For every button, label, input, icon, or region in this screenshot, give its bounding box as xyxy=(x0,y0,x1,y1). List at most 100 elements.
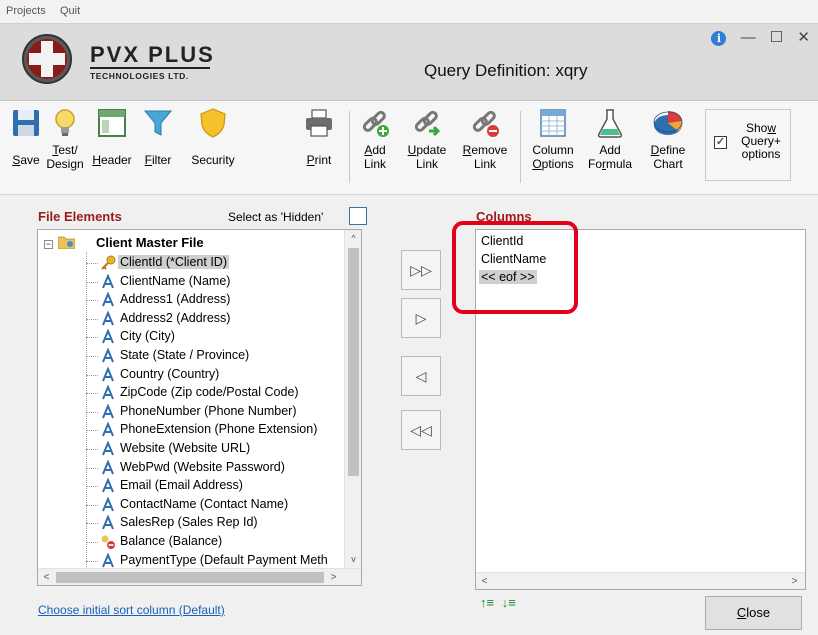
tree-item-label: Website (Website URL) xyxy=(120,441,251,455)
text-field-icon xyxy=(101,552,115,568)
scroll-thumb[interactable] xyxy=(348,248,359,476)
text-field-icon xyxy=(101,478,115,494)
test-design-button[interactable]: Test/ Design xyxy=(46,107,84,171)
filter-funnel-icon xyxy=(143,110,173,136)
remove-link-icon xyxy=(472,110,499,137)
printer-icon xyxy=(306,109,332,137)
maximize-icon[interactable]: ☐ xyxy=(770,28,783,46)
tree-item-label: PhoneExtension (Phone Extension) xyxy=(120,422,318,437)
text-field-icon xyxy=(101,515,115,531)
text-field-icon xyxy=(101,273,115,289)
move-all-right-button[interactable]: ▷▷ xyxy=(401,250,441,290)
move-all-left-button[interactable]: ◁◁ xyxy=(401,410,441,450)
update-link-icon xyxy=(414,110,441,137)
flask-icon xyxy=(597,109,623,138)
sort-descending-icon[interactable]: ↓≡ xyxy=(502,595,516,610)
tree-item-label: Address2 (Address) xyxy=(120,310,231,325)
column-options-button[interactable]: Column Options xyxy=(527,107,579,171)
close-button[interactable]: Close xyxy=(705,596,802,630)
logo-sub-text: TECHNOLOGIES LTD. xyxy=(90,71,189,81)
move-left-button[interactable]: ◁ xyxy=(401,356,441,396)
text-field-icon xyxy=(101,403,115,419)
add-link-icon xyxy=(362,110,389,137)
text-field-icon xyxy=(101,422,115,438)
scroll-right-icon[interactable]: > xyxy=(325,569,342,585)
menu-quit[interactable]: Quit xyxy=(60,5,80,17)
file-elements-title: File Elements xyxy=(38,209,122,224)
menu-projects[interactable]: Projects xyxy=(6,5,46,17)
minimize-icon[interactable]: — xyxy=(741,29,756,46)
tree-horizontal-scrollbar[interactable]: < > xyxy=(38,568,361,585)
logo-text: PVX PLUS TECHNOLOGIES LTD. xyxy=(90,44,215,81)
tree-item-label: PaymentType (Default Payment Meth xyxy=(120,552,328,567)
tree-item-label: Email (Email Address) xyxy=(120,478,243,493)
pie-chart-icon xyxy=(653,111,683,135)
add-formula-button[interactable]: Add Formula xyxy=(582,107,638,171)
columns-horizontal-scrollbar[interactable]: < > xyxy=(476,572,805,589)
scroll-left-icon[interactable]: < xyxy=(38,569,55,585)
scroll-down-icon[interactable]: v xyxy=(345,551,361,568)
query-title: Query Definition: xqry xyxy=(424,61,588,80)
select-hidden-checkbox[interactable] xyxy=(349,207,367,225)
shield-icon xyxy=(200,108,226,138)
remove-link-button[interactable]: Remove Link xyxy=(459,107,511,171)
pvx-logo-icon xyxy=(22,34,72,84)
tree-item-label: City (City) xyxy=(120,329,175,344)
show-query-options[interactable]: ✓ Show Query+ options xyxy=(705,109,791,181)
tree-item-label: ZipCode (Zip code/Postal Code) xyxy=(120,385,299,400)
text-field-icon xyxy=(101,366,115,382)
scroll-right-icon[interactable]: > xyxy=(786,573,803,589)
tree-item-label: Country (Country) xyxy=(120,366,220,381)
tree-root-label[interactable]: Client Master File xyxy=(96,235,204,250)
print-button[interactable]: Print xyxy=(298,107,340,167)
move-right-button[interactable]: ▷ xyxy=(401,298,441,338)
header-button[interactable]: Header xyxy=(90,107,134,167)
scroll-up-icon[interactable]: ^ xyxy=(345,230,361,247)
show-options-label: Show Query+ options xyxy=(741,121,781,161)
file-folder-icon xyxy=(58,236,75,249)
tree-item-label: ClientName (Name) xyxy=(120,273,231,288)
initial-sort-link[interactable]: Choose initial sort column (Default) xyxy=(38,603,225,617)
toolbar: Save Test/ Design Header Filter Security… xyxy=(0,101,818,195)
tree-item-label: SalesRep (Sales Rep Id) xyxy=(120,515,258,530)
save-button[interactable]: Save xyxy=(8,107,44,167)
text-field-icon xyxy=(101,385,115,401)
sort-ascending-icon[interactable]: ↑≡ xyxy=(480,595,494,610)
tree-item-label: ContactName (Contact Name) xyxy=(120,496,289,511)
tree-item-label: PhoneNumber (Phone Number) xyxy=(120,403,297,418)
toolbar-separator xyxy=(349,111,350,183)
toolbar-separator xyxy=(520,111,521,183)
show-options-checkbox[interactable]: ✓ xyxy=(714,136,727,149)
collapse-icon[interactable]: − xyxy=(44,240,53,249)
text-field-icon xyxy=(101,310,115,326)
info-icon[interactable]: i xyxy=(711,31,727,46)
lightbulb-icon xyxy=(55,109,75,136)
column-grid-icon xyxy=(540,109,566,137)
filter-button[interactable]: Filter xyxy=(138,107,178,167)
numeric-field-icon xyxy=(101,535,115,549)
text-field-icon xyxy=(101,292,115,308)
query-definition-window: Projects Quit PVX PLUS TECHNOLOGIES LTD.… xyxy=(0,0,818,635)
header-layout-icon xyxy=(98,109,126,137)
text-field-icon xyxy=(101,348,115,363)
select-hidden-label: Select as 'Hidden' xyxy=(228,210,324,224)
define-chart-button[interactable]: Define Chart xyxy=(644,107,692,171)
security-button[interactable]: Security xyxy=(184,107,242,167)
logo-main-text: PVX PLUS xyxy=(90,42,215,67)
scroll-thumb[interactable] xyxy=(56,572,324,583)
file-elements-tree[interactable]: − Client Master File ClientId (*Client I… xyxy=(37,229,362,586)
tree-vertical-scrollbar[interactable]: ^ v xyxy=(344,230,361,568)
update-link-button[interactable]: Update Link xyxy=(403,107,451,171)
text-field-icon xyxy=(101,441,115,456)
text-field-icon xyxy=(101,459,115,475)
window-controls: i — ☐ ✕ xyxy=(701,28,810,46)
scroll-left-icon[interactable]: < xyxy=(476,573,493,589)
close-window-icon[interactable]: ✕ xyxy=(797,28,810,46)
sort-controls: ↑≡ ↓≡ xyxy=(480,595,520,610)
tree-item-label: ClientId (*Client ID) xyxy=(118,255,229,269)
menu-bar: Projects Quit xyxy=(0,0,818,24)
tree-item-label: Balance (Balance) xyxy=(120,534,223,548)
key-icon xyxy=(101,255,116,270)
add-link-button[interactable]: Add Link xyxy=(357,107,393,171)
text-field-icon xyxy=(101,329,115,345)
